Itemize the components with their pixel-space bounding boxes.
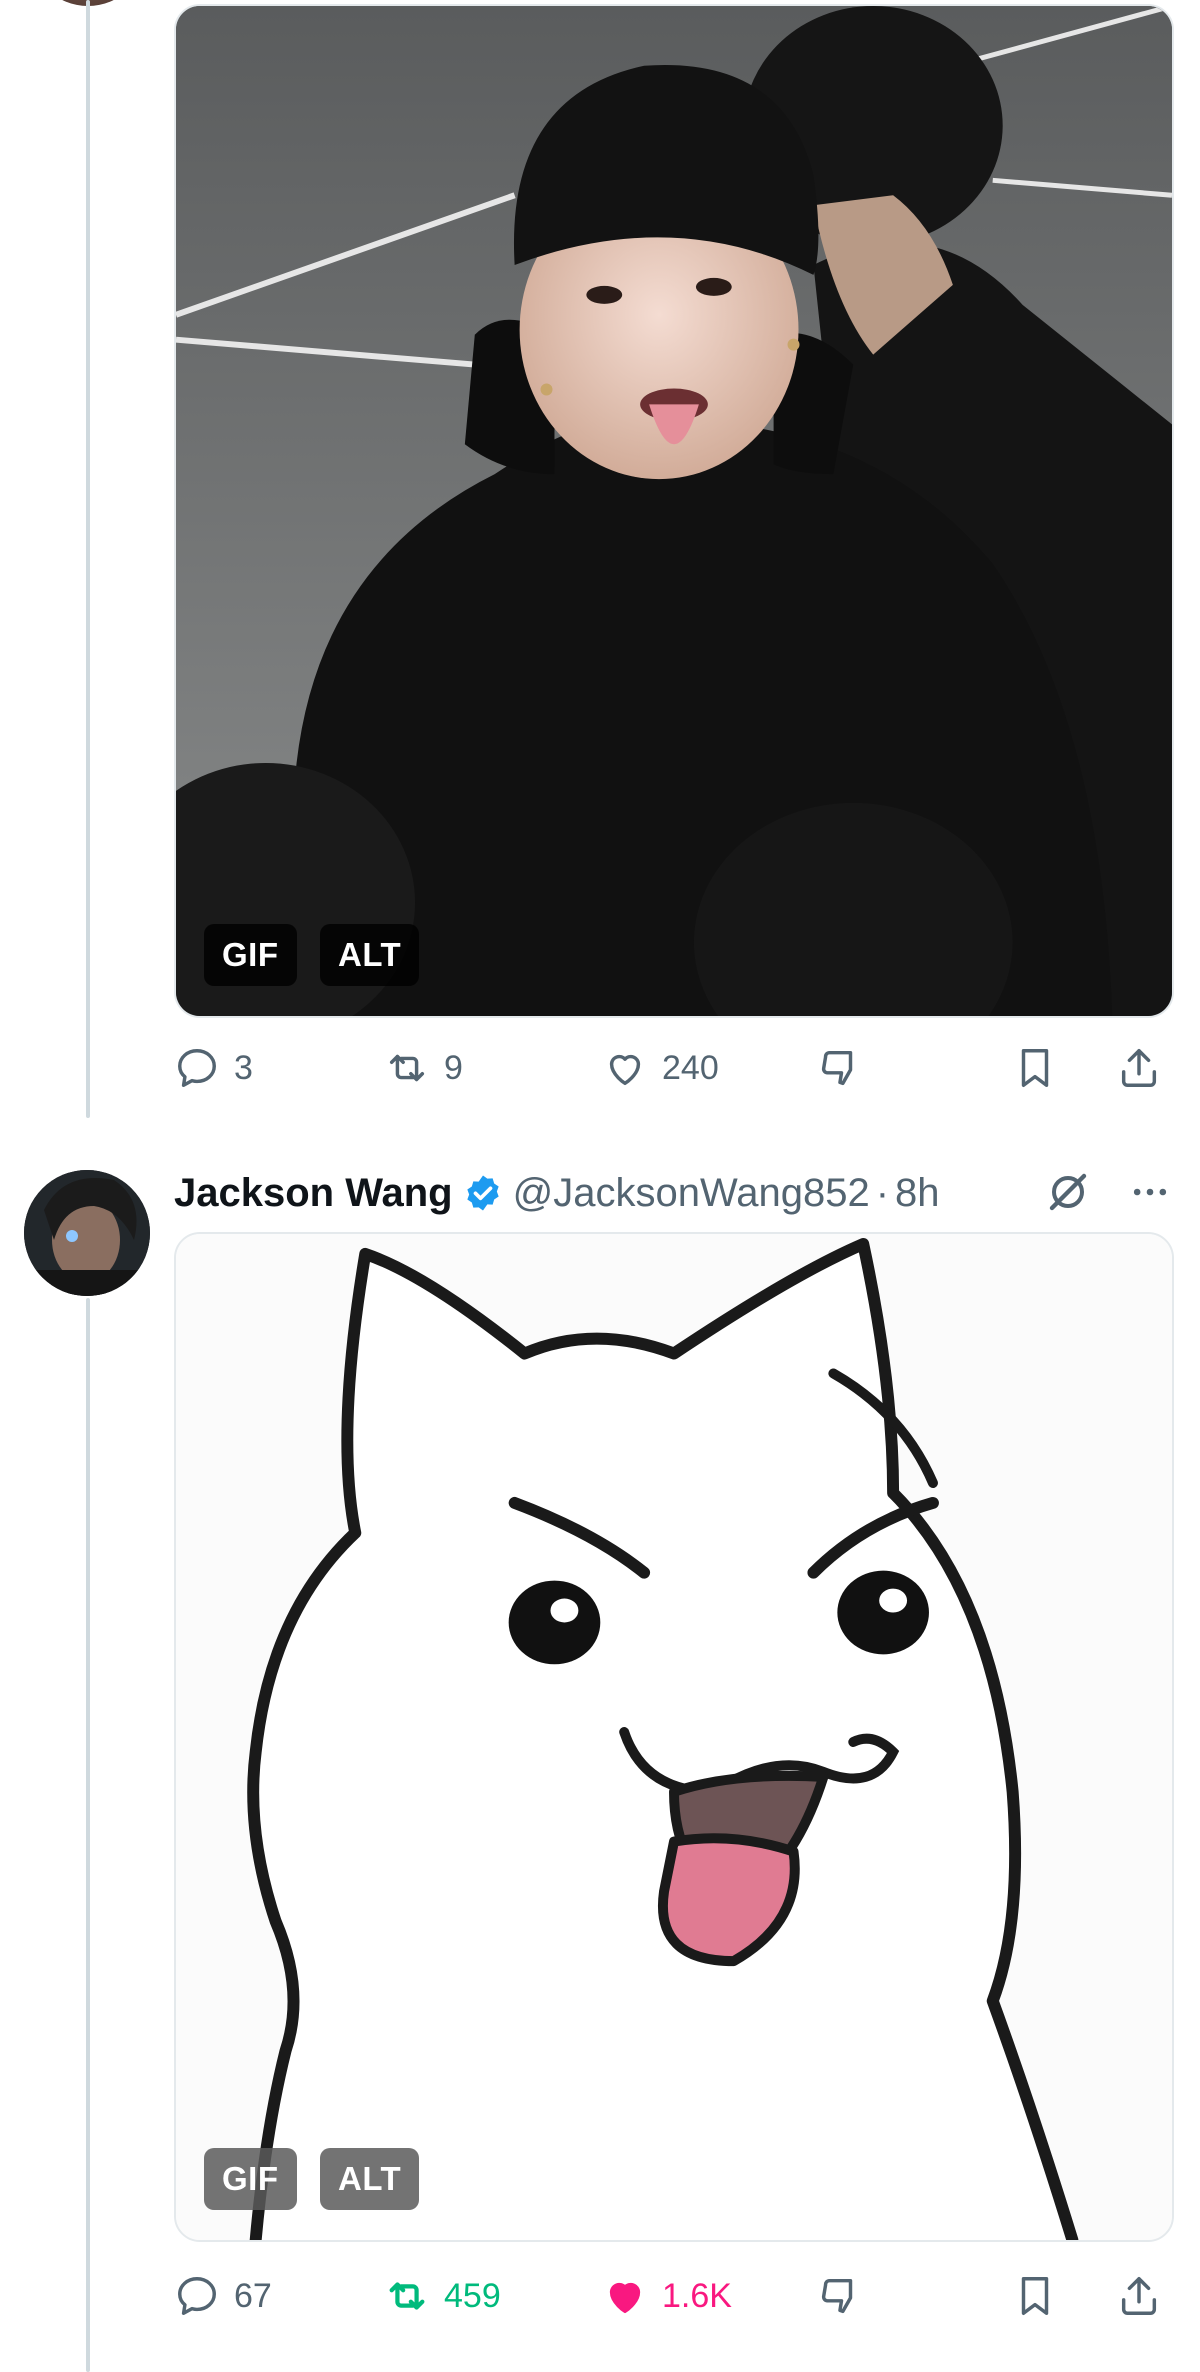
author-avatar[interactable] bbox=[24, 1170, 150, 1296]
bookmark-button[interactable] bbox=[1012, 1036, 1058, 1100]
like-count: 1.6K bbox=[662, 2276, 732, 2315]
gif-badge: GIF bbox=[204, 924, 297, 986]
more-icon[interactable] bbox=[1126, 1170, 1174, 1214]
thread-line bbox=[86, 0, 90, 1118]
retweet-icon bbox=[389, 2282, 425, 2310]
downvote-button[interactable] bbox=[816, 1036, 862, 1100]
tweet2-action-bar: 67 459 1.6K bbox=[174, 2264, 1174, 2328]
bookmark-icon bbox=[1021, 2277, 1049, 2315]
verified-badge-icon bbox=[466, 1175, 499, 1211]
author-name[interactable]: Jackson Wang bbox=[174, 1171, 453, 1216]
share-icon bbox=[1121, 2277, 1157, 2315]
reply-icon bbox=[178, 2277, 216, 2315]
retweet-icon bbox=[389, 1054, 425, 1082]
like-count: 240 bbox=[662, 1048, 719, 1087]
separator-dot: · bbox=[875, 1170, 890, 1215]
downvote-button[interactable] bbox=[816, 2264, 862, 2328]
share-icon bbox=[1121, 1049, 1157, 1087]
downvote-icon bbox=[821, 2278, 853, 2314]
gif-badge: GIF bbox=[204, 2148, 297, 2210]
like-icon bbox=[609, 1054, 641, 1086]
alt-badge[interactable]: ALT bbox=[320, 2148, 420, 2210]
tweet2-gif-media[interactable]: GIF ALT bbox=[174, 1232, 1174, 2242]
tweet1-action-bar: 3 9 240 bbox=[174, 1036, 1174, 1100]
tweet2-header: Jackson Wang @JacksonWang852 · 8h bbox=[174, 1160, 1174, 1226]
gif-image bbox=[176, 6, 1172, 1016]
reply-button[interactable]: 67 bbox=[174, 2264, 272, 2328]
tweet-time[interactable]: 8h bbox=[895, 1171, 940, 1216]
reply-count: 3 bbox=[234, 1048, 253, 1087]
gif-image bbox=[176, 1234, 1172, 2240]
bookmark-icon bbox=[1021, 1049, 1049, 1087]
retweet-count: 459 bbox=[444, 2276, 501, 2315]
alt-badge[interactable]: ALT bbox=[320, 924, 420, 986]
avatar-image bbox=[24, 1170, 150, 1296]
thread-line bbox=[86, 1298, 90, 2372]
downvote-icon bbox=[821, 1050, 853, 1086]
retweet-button[interactable]: 9 bbox=[384, 1036, 463, 1100]
like-button[interactable]: 240 bbox=[602, 1036, 719, 1100]
like-icon bbox=[609, 2282, 641, 2314]
reply-button[interactable]: 3 bbox=[174, 1036, 253, 1100]
reply-icon bbox=[178, 1049, 216, 1087]
share-button[interactable] bbox=[1116, 2264, 1162, 2328]
share-button[interactable] bbox=[1116, 1036, 1162, 1100]
bookmark-button[interactable] bbox=[1012, 2264, 1058, 2328]
retweet-count: 9 bbox=[444, 1048, 463, 1087]
retweet-button[interactable]: 459 bbox=[384, 2264, 501, 2328]
tweet1-gif-media[interactable]: GIF ALT bbox=[174, 4, 1174, 1018]
like-button[interactable]: 1.6K bbox=[602, 2264, 732, 2328]
reply-count: 67 bbox=[234, 2276, 272, 2315]
grok-icon[interactable] bbox=[1044, 1168, 1092, 1216]
author-handle[interactable]: @JacksonWang852 bbox=[513, 1171, 870, 1216]
